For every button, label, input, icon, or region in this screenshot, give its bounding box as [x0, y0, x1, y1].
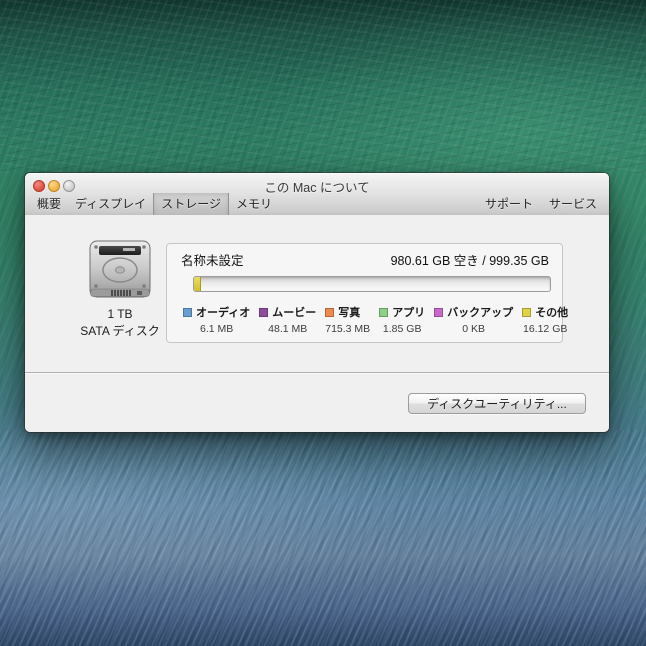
category-size: 6.1 MB	[199, 323, 234, 335]
titlebar: この Mac について 概要 ディスプレイ ストレージ メモリ サポート サービ…	[25, 173, 609, 216]
legend-item: 写真 715.3 MB	[325, 304, 370, 335]
about-mac-window: この Mac について 概要 ディスプレイ ストレージ メモリ サポート サービ…	[25, 173, 609, 432]
panel-header: 名称未設定 980.61 GB 空き / 999.35 GB	[181, 250, 549, 269]
tab-memory[interactable]: メモリ	[229, 193, 279, 215]
category-size: 16.12 GB	[523, 323, 568, 335]
category-size: 48.1 MB	[268, 323, 308, 335]
legend-item: バックアップ 0 KB	[434, 304, 513, 335]
usage-bar	[193, 276, 551, 292]
category-size: 0 KB	[462, 323, 486, 335]
category-label: その他	[535, 307, 569, 319]
category-label: オーディオ	[196, 307, 251, 319]
category-swatch	[434, 307, 444, 317]
volume-name: 名称未設定	[181, 254, 244, 268]
category-swatch	[325, 307, 335, 317]
legend-item: オーディオ 6.1 MB	[183, 304, 250, 335]
category-swatch	[522, 307, 532, 317]
tab-storage[interactable]: ストレージ	[153, 193, 229, 215]
category-swatch	[259, 307, 269, 317]
category-label: アプリ	[392, 307, 426, 319]
storage-pane: 1 TB SATA ディスク 名称未設定 980.61 GB 空き / 999.…	[25, 215, 609, 432]
legend-item: その他 16.12 GB	[522, 304, 568, 335]
toolbar: 概要 ディスプレイ ストレージ メモリ サポート サービス	[25, 193, 609, 215]
category-swatch	[379, 307, 389, 317]
category-size: 1.85 GB	[382, 323, 422, 335]
usage-bar-used	[194, 277, 201, 291]
section-divider	[25, 372, 609, 374]
tab-overview[interactable]: 概要	[30, 193, 68, 215]
free-space-summary: 980.61 GB 空き / 999.35 GB	[390, 254, 549, 268]
support-link[interactable]: サポート	[477, 193, 541, 215]
category-size: 715.3 MB	[325, 323, 371, 335]
usage-legend: オーディオ 6.1 MB ムービー 48.1 MB 写真 715.3 MB アプリ 1.85 …	[183, 304, 568, 335]
category-label: ムービー	[272, 307, 317, 319]
hard-drive-icon	[89, 240, 151, 298]
category-swatch	[183, 307, 192, 317]
category-label: 写真	[338, 307, 361, 319]
legend-item: アプリ 1.85 GB	[379, 304, 425, 335]
volume-usage-panel: 名称未設定 980.61 GB 空き / 999.35 GB オーディオ 6.1 …	[166, 243, 568, 343]
tab-displays[interactable]: ディスプレイ	[68, 193, 153, 215]
legend-item: ムービー 48.1 MB	[259, 304, 316, 335]
disk-utility-button[interactable]: ディスクユーティリティ...	[408, 393, 586, 414]
service-link[interactable]: サービス	[541, 193, 605, 215]
category-label: バックアップ	[447, 307, 514, 319]
